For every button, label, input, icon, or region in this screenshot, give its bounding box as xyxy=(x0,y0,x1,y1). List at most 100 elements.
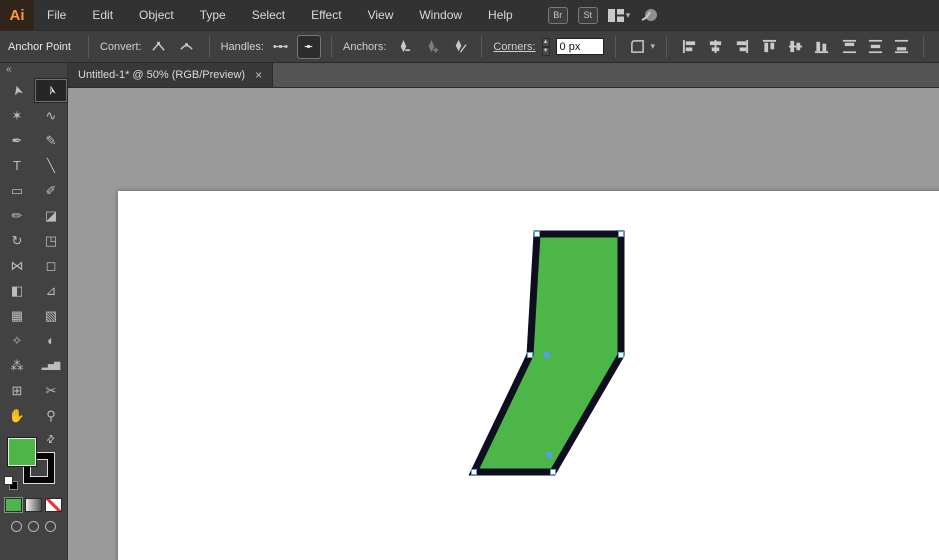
stock-button[interactable]: St xyxy=(577,6,598,24)
workspace-switcher[interactable]: ▾ xyxy=(607,8,631,22)
zoom-tool[interactable]: ⚲ xyxy=(34,403,68,428)
hand-tool[interactable]: ✋ xyxy=(0,403,34,428)
convert-to-smooth-icon[interactable] xyxy=(176,36,198,58)
separator xyxy=(481,35,483,58)
anchor-point[interactable] xyxy=(534,231,540,237)
separator xyxy=(614,35,616,58)
panel-collapse-button[interactable]: « xyxy=(0,63,67,78)
separator xyxy=(666,35,668,58)
anchor-point[interactable] xyxy=(550,469,556,475)
context-label: Anchor Point xyxy=(8,40,71,53)
eraser-tool[interactable]: ◪ xyxy=(34,203,68,228)
document-tab-title: Untitled-1* @ 50% (RGB/Preview) xyxy=(78,69,246,81)
align-vertical-center-icon[interactable] xyxy=(784,36,806,58)
fill-swatch[interactable] xyxy=(7,437,37,467)
viewport[interactable] xyxy=(68,88,939,560)
eyedropper-tool[interactable]: ✧ xyxy=(0,328,34,353)
column-graph-tool[interactable]: ▂▅▇ xyxy=(34,353,68,378)
add-anchor-icon[interactable] xyxy=(420,36,442,58)
line-segment-tool[interactable]: ╲ xyxy=(34,153,68,178)
paintbrush-tool[interactable]: ✐ xyxy=(34,178,68,203)
document-tab[interactable]: Untitled-1* @ 50% (RGB/Preview) × xyxy=(68,63,274,87)
canvas-area: Untitled-1* @ 50% (RGB/Preview) × xyxy=(68,63,939,560)
isolate-selected-object-icon xyxy=(627,36,649,58)
align-horizontal-center-icon[interactable] xyxy=(704,36,726,58)
align-left-icon[interactable] xyxy=(678,36,700,58)
symbol-sprayer-tool[interactable]: ⁂ xyxy=(0,353,34,378)
scale-tool[interactable]: ◳ xyxy=(34,228,68,253)
align-right-icon[interactable] xyxy=(730,36,752,58)
cut-path-icon[interactable] xyxy=(448,36,470,58)
swap-fill-stroke-icon[interactable]: ⇄ xyxy=(44,433,58,447)
artboard-tool[interactable]: ⊞ xyxy=(0,378,34,403)
distribute-left-icon[interactable] xyxy=(935,36,939,58)
blend-tool[interactable]: ◐ xyxy=(34,328,68,353)
convert-to-corner-icon[interactable] xyxy=(148,36,170,58)
anchor-point[interactable] xyxy=(544,352,550,358)
stepper-up-icon[interactable]: ▲ xyxy=(541,37,550,47)
anchor-point[interactable] xyxy=(618,231,624,237)
anchor-point[interactable] xyxy=(618,352,624,358)
draw-normal-icon[interactable] xyxy=(11,521,22,532)
color-mode-button[interactable] xyxy=(4,497,23,513)
menu-help[interactable]: Help xyxy=(475,0,526,30)
menu-effect[interactable]: Effect xyxy=(298,0,354,30)
distribute-top-icon[interactable] xyxy=(838,36,860,58)
vertical-distribute-group xyxy=(838,36,912,58)
menu-type[interactable]: Type xyxy=(187,0,239,30)
tools-panel: « ➤ ➢ ✶ ∿ ✒ ✎ T ╲ ▭ ✐ ✏ ◪ ↻ ◳ ⋈ ◻ ◧ ⊿ ▦ … xyxy=(0,63,68,560)
perspective-grid-tool[interactable]: ⊿ xyxy=(34,278,68,303)
tools-grid: ➤ ➢ ✶ ∿ ✒ ✎ T ╲ ▭ ✐ ✏ ◪ ↻ ◳ ⋈ ◻ ◧ ⊿ ▦ ▧ … xyxy=(0,78,68,428)
free-transform-tool[interactable]: ◻ xyxy=(34,253,68,278)
gradient-mode-button[interactable] xyxy=(25,498,42,512)
horizontal-distribute-group xyxy=(935,36,939,58)
selection-tool[interactable]: ➤ xyxy=(0,78,34,103)
menu-select[interactable]: Select xyxy=(239,0,298,30)
default-fill-stroke-icon[interactable] xyxy=(4,476,18,490)
distribute-vertical-center-icon[interactable] xyxy=(864,36,886,58)
rotate-tool[interactable]: ↻ xyxy=(0,228,34,253)
width-tool[interactable]: ⋈ xyxy=(0,253,34,278)
anchor-point[interactable] xyxy=(471,469,477,475)
shape-builder-tool[interactable]: ◧ xyxy=(0,278,34,303)
anchor-point[interactable] xyxy=(527,352,533,358)
none-mode-button[interactable] xyxy=(45,498,62,512)
gradient-tool[interactable]: ▧ xyxy=(34,303,68,328)
stepper-down-icon[interactable]: ▼ xyxy=(541,46,550,56)
lasso-tool[interactable]: ∿ xyxy=(34,103,68,128)
anchor-point[interactable] xyxy=(546,452,552,458)
menu-view[interactable]: View xyxy=(355,0,407,30)
draw-behind-icon[interactable] xyxy=(28,521,39,532)
chevron-down-icon: ▾ xyxy=(625,9,631,20)
pencil-tool[interactable]: ✏ xyxy=(0,203,34,228)
bridge-button[interactable]: Br xyxy=(547,6,568,24)
menu-edit[interactable]: Edit xyxy=(79,0,126,30)
separator xyxy=(923,35,925,58)
corners-input[interactable] xyxy=(555,38,604,55)
distribute-bottom-icon[interactable] xyxy=(890,36,912,58)
separator xyxy=(87,35,89,58)
align-bottom-icon[interactable] xyxy=(810,36,832,58)
slice-tool[interactable]: ✂ xyxy=(34,378,68,403)
curvature-tool[interactable]: ✎ xyxy=(34,128,68,153)
type-tool[interactable]: T xyxy=(0,153,34,178)
direct-selection-tool[interactable]: ➢ xyxy=(34,78,68,103)
mesh-tool[interactable]: ▦ xyxy=(0,303,34,328)
menu-file[interactable]: File xyxy=(34,0,79,30)
menu-window[interactable]: Window xyxy=(406,0,475,30)
corners-stepper[interactable]: ▲ ▼ xyxy=(541,37,550,56)
align-top-icon[interactable] xyxy=(758,36,780,58)
draw-inside-icon[interactable] xyxy=(45,521,56,532)
menu-object[interactable]: Object xyxy=(126,0,187,30)
rectangle-tool[interactable]: ▭ xyxy=(0,178,34,203)
remove-anchor-icon[interactable] xyxy=(392,36,414,58)
close-icon[interactable]: × xyxy=(255,68,262,82)
isolate-selected-object-button[interactable]: ▾ xyxy=(627,36,655,58)
magic-wand-tool[interactable]: ✶ xyxy=(0,103,34,128)
hide-handles-icon[interactable] xyxy=(296,34,321,59)
show-handles-icon[interactable] xyxy=(270,36,292,58)
corners-label[interactable]: Corners: xyxy=(493,41,535,53)
pen-tool[interactable]: ✒ xyxy=(0,128,34,153)
illustrator-logo[interactable]: Ai xyxy=(0,0,34,30)
gpu-performance-icon[interactable] xyxy=(640,7,660,23)
